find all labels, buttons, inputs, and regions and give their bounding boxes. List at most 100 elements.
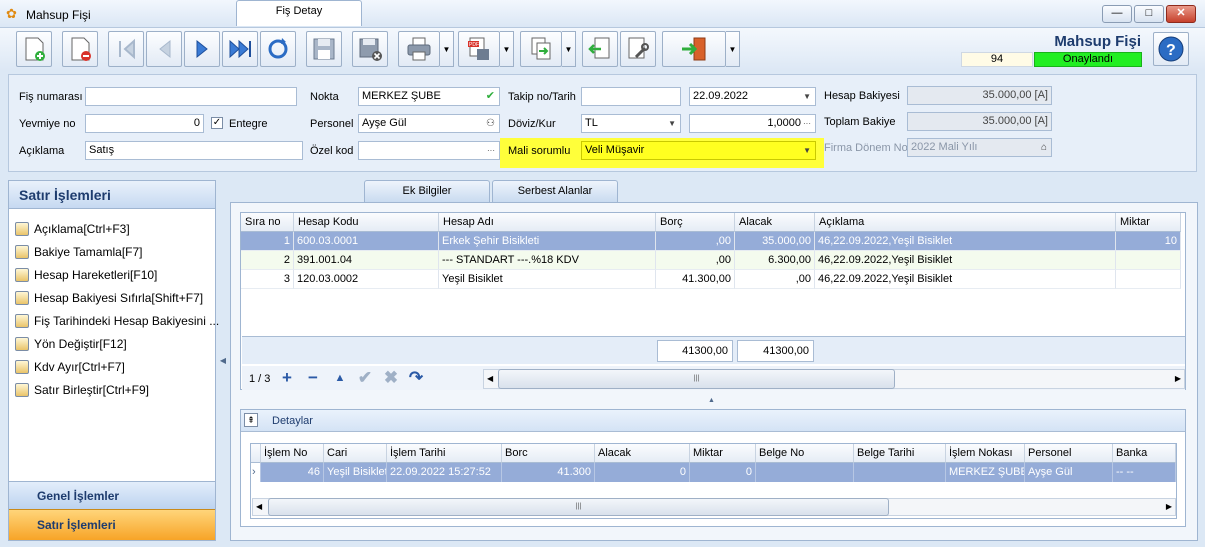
yevmiye-input[interactable]: 0	[85, 114, 204, 133]
tarih-input[interactable]: 22.09.2022 ▼	[689, 87, 816, 106]
dcol-borc[interactable]: Borc	[502, 444, 595, 463]
col-aciklama[interactable]: Açıklama	[815, 213, 1116, 232]
cell-borc: ,00	[656, 232, 735, 251]
entegre-checkbox[interactable]: ✓	[211, 117, 223, 129]
action-kdv-ayir[interactable]: Kdv Ayır[Ctrl+F7]	[15, 357, 125, 377]
print-dropdown[interactable]: ▼	[440, 31, 454, 67]
exit-button[interactable]	[662, 31, 726, 67]
import-button[interactable]	[582, 31, 618, 67]
dcell-banka: -- --	[1113, 463, 1176, 482]
col-borc[interactable]: Borç	[656, 213, 735, 232]
dcol-alacak[interactable]: Alacak	[595, 444, 690, 463]
action-aciklama[interactable]: Açıklama[Ctrl+F3]	[15, 219, 130, 239]
kur-input[interactable]: 1,0000 ···	[689, 114, 816, 133]
confirm-icon[interactable]: ✔	[355, 367, 375, 389]
action-hesap-hareketleri[interactable]: Hesap Hareketleri[F10]	[15, 265, 157, 285]
scroll-right-icon[interactable]: ▶	[1166, 502, 1172, 511]
new-record-button[interactable]	[16, 31, 52, 67]
dcol-belge-no[interactable]: Belge No	[756, 444, 854, 463]
satir-islemleri-button[interactable]: Satır İşlemleri	[9, 509, 215, 540]
copy-button[interactable]	[520, 31, 562, 67]
export-pdf-button[interactable]: PDF	[458, 31, 500, 67]
firma-donem-select[interactable]: 2022 Mali Yılı ⌂	[907, 138, 1052, 157]
row-pointer-icon: ›	[251, 463, 261, 482]
settings-button[interactable]	[620, 31, 656, 67]
scroll-left-icon[interactable]: ◀	[256, 502, 262, 511]
aciklama-input[interactable]: Satış	[85, 141, 303, 160]
save-button[interactable]	[306, 31, 342, 67]
cell-ad: --- STANDART ---.%18 KDV	[439, 251, 656, 270]
first-icon	[119, 38, 135, 60]
action-satir-birlestir[interactable]: Satır Birleştir[Ctrl+F9]	[15, 380, 149, 400]
col-hesap-adi[interactable]: Hesap Adı	[439, 213, 656, 232]
mali-sorumlu-select[interactable]: Veli Müşavir ▼	[581, 141, 816, 160]
delete-record-button[interactable]	[62, 31, 98, 67]
action-tarih-bakiye[interactable]: Fiş Tarihindeki Hesap Bakiyesini ...	[15, 311, 219, 331]
previous-record-button[interactable]	[146, 31, 182, 67]
ozel-kod-input[interactable]: ···	[358, 141, 500, 160]
dcol-cari[interactable]: Cari	[324, 444, 387, 463]
close-button[interactable]: ✕	[1166, 5, 1196, 23]
details-collapse-button[interactable]: ⇞	[244, 413, 258, 427]
dcol-islem-no[interactable]: İşlem No	[261, 444, 324, 463]
move-up-icon[interactable]: ▲	[330, 367, 350, 389]
maximize-button[interactable]: □	[1134, 5, 1164, 23]
details-scroll-thumb[interactable]: |||	[268, 498, 889, 516]
dcol-islem-tarihi[interactable]: İşlem Tarihi	[387, 444, 502, 463]
first-record-button[interactable]	[108, 31, 144, 67]
cancel-icon[interactable]: ✖	[381, 367, 401, 389]
personel-input[interactable]: Ayşe Gül ⚇	[358, 114, 500, 133]
scroll-left-icon[interactable]: ◀	[487, 374, 493, 383]
cell-ad: Yeşil Bisiklet	[439, 270, 656, 289]
action-yon-degistir[interactable]: Yön Değiştir[F12]	[15, 334, 127, 354]
last-record-button[interactable]	[222, 31, 258, 67]
dcol-islem-noktasi[interactable]: İşlem Nokası	[946, 444, 1025, 463]
print-button[interactable]	[398, 31, 440, 67]
tab-fis-detay[interactable]: Fiş Detay	[236, 0, 362, 26]
action-bakiye-tamamla[interactable]: Bakiye Tamamla[F7]	[15, 242, 143, 262]
panel-splitter[interactable]: ◀	[218, 180, 228, 541]
dcell-cari: Yeşil Bisiklet	[324, 463, 387, 482]
next-record-button[interactable]	[184, 31, 220, 67]
scroll-thumb[interactable]: |||	[498, 369, 895, 389]
printer-icon	[407, 37, 431, 61]
add-row-icon[interactable]: +	[277, 367, 297, 389]
refresh-button[interactable]	[260, 31, 296, 67]
takip-input[interactable]	[581, 87, 681, 106]
doviz-select[interactable]: TL ▼	[581, 114, 681, 133]
table-row[interactable]: 3 120.03.0002 Yeşil Bisiklet 41.300,00 ,…	[241, 270, 1185, 289]
exit-dropdown[interactable]: ▼	[726, 31, 740, 67]
splitter-grip-icon[interactable]: ▲	[708, 397, 715, 404]
left-action-panel: Satır İşlemleri Açıklama[Ctrl+F3] Bakiye…	[8, 180, 219, 541]
dcol-miktar[interactable]: Miktar	[690, 444, 756, 463]
genel-islemler-button[interactable]: Genel İşlemler	[9, 481, 215, 509]
help-button[interactable]: ?	[1153, 32, 1189, 66]
status-badge: Onaylandı	[1034, 52, 1142, 67]
dcol-personel[interactable]: Personel	[1025, 444, 1113, 463]
copy-dropdown[interactable]: ▼	[562, 31, 576, 67]
nokta-input[interactable]: MERKEZ ŞUBE ✔	[358, 87, 500, 106]
minimize-button[interactable]: —	[1102, 5, 1132, 23]
redo-icon[interactable]: ↷	[406, 367, 426, 389]
tab-ek-bilgiler[interactable]: Ek Bilgiler	[364, 180, 490, 202]
tab-serbest-alanlar[interactable]: Serbest Alanlar	[492, 180, 618, 202]
col-alacak[interactable]: Alacak	[735, 213, 815, 232]
dcol-belge-tarihi[interactable]: Belge Tarihi	[854, 444, 946, 463]
action-bakiye-sifirla[interactable]: Hesap Bakiyesi Sıfırla[Shift+F7]	[15, 288, 203, 308]
table-row[interactable]: 1 600.03.0001 Erkek Şehir Bisikleti ,00 …	[241, 232, 1185, 251]
col-hesap-kodu[interactable]: Hesap Kodu	[294, 213, 439, 232]
cancel-save-button[interactable]	[352, 31, 388, 67]
col-miktar[interactable]: Miktar	[1116, 213, 1181, 232]
pdf-icon: PDF	[468, 37, 489, 60]
cell-aciklama: 46,22.09.2022,Yeşil Bisiklet	[815, 270, 1116, 289]
dcell-belge-no	[756, 463, 854, 482]
table-row[interactable]: 2 391.001.04 --- STANDART ---.%18 KDV ,0…	[241, 251, 1185, 270]
export-dropdown[interactable]: ▼	[500, 31, 514, 67]
col-sira-no[interactable]: Sıra no	[241, 213, 294, 232]
scroll-right-icon[interactable]: ▶	[1175, 374, 1181, 383]
dcol-banka[interactable]: Banka	[1113, 444, 1176, 463]
chevron-down-icon: ▼	[803, 92, 811, 101]
remove-row-icon[interactable]: −	[303, 367, 323, 389]
details-row[interactable]: › 46 Yeşil Bisiklet 22.09.2022 15:27:52 …	[251, 463, 1176, 482]
fis-numarasi-input[interactable]	[85, 87, 297, 106]
